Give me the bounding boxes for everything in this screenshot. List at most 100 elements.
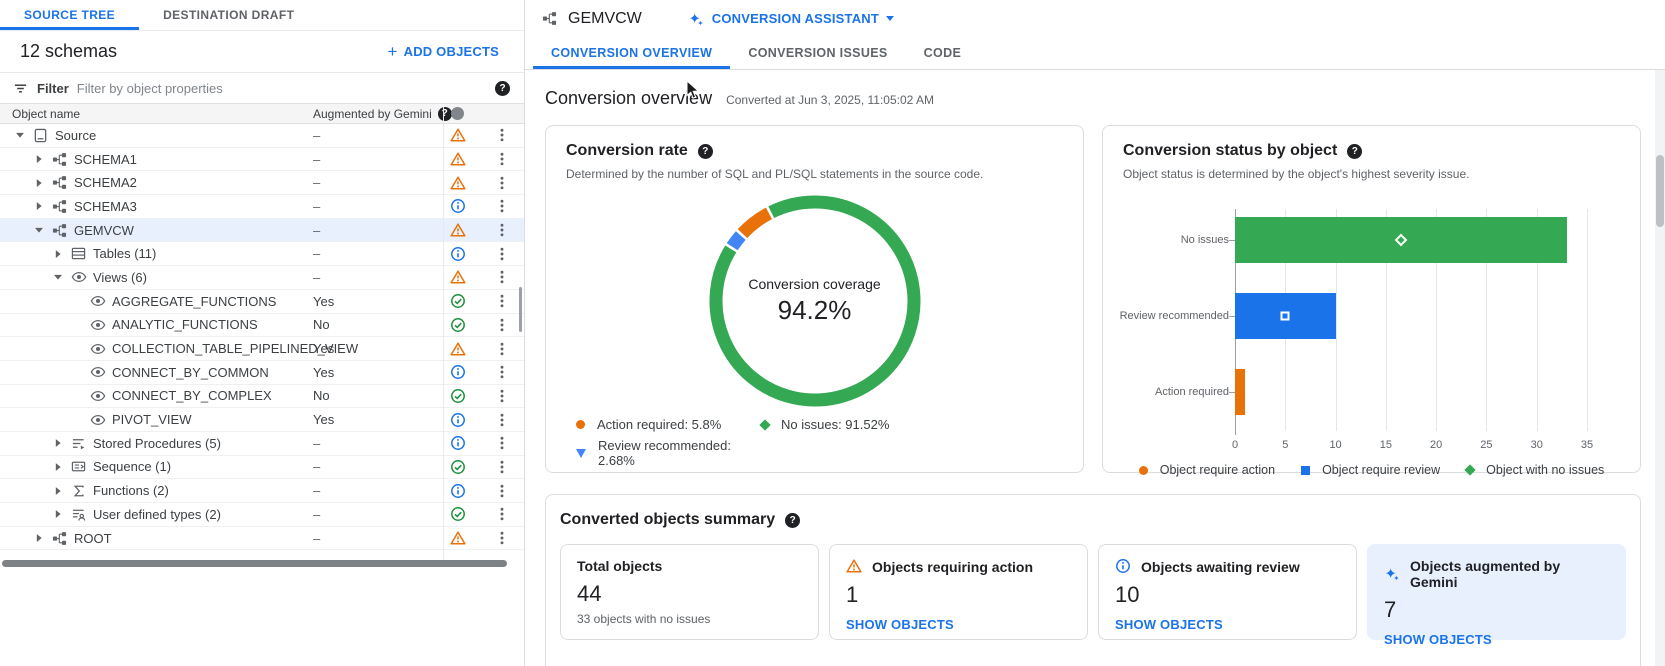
summary-card-objects-requiring-action: Objects requiring action1SHOW OBJECTS [829, 544, 1088, 640]
tree-row[interactable]: ROOT– [0, 527, 524, 551]
tree-row[interactable]: Source– [0, 124, 524, 148]
kebab-menu-icon[interactable] [494, 317, 510, 333]
tree-row[interactable]: User defined types (2)– [0, 503, 524, 527]
workspace-title: GEMVCW [568, 10, 642, 28]
chevron-right-icon[interactable] [31, 151, 47, 167]
tree-row[interactable]: Functions (2)– [0, 479, 524, 503]
conversion-assistant-button[interactable]: CONVERSION ASSISTANT [688, 11, 894, 27]
horizontal-scrollbar[interactable] [0, 559, 514, 568]
chevron-right-icon[interactable] [31, 198, 47, 214]
chevron-right-icon[interactable] [31, 175, 47, 191]
tree-row[interactable]: Tables (11)– [0, 242, 524, 266]
info-icon [450, 364, 466, 380]
info-icon [1115, 558, 1132, 575]
chevron-right-icon[interactable] [31, 530, 47, 546]
kebab-menu-icon[interactable] [494, 269, 510, 285]
tab-conversion-issues[interactable]: CONVERSION ISSUES [730, 37, 905, 69]
kebab-menu-icon[interactable] [494, 388, 510, 404]
main-scrollbar-track[interactable] [1655, 70, 1665, 666]
kebab-menu-icon[interactable] [494, 435, 510, 451]
gemini-augmented-value: Yes [313, 294, 334, 309]
filter-input[interactable] [77, 81, 487, 96]
tree-row[interactable]: AGGREGATE_FUNCTIONSYes [0, 290, 524, 314]
tree-vertical-scrollbar[interactable] [519, 287, 522, 332]
add-objects-button[interactable]: + ADD OBJECTS [387, 43, 499, 60]
kebab-menu-icon[interactable] [494, 341, 510, 357]
tab-source-tree[interactable]: SOURCE TREE [0, 0, 139, 30]
conversion-status-card: Conversion status by object ? Object sta… [1102, 125, 1641, 473]
kebab-menu-icon[interactable] [494, 506, 510, 522]
conversion-rate-help-icon[interactable]: ? [698, 144, 713, 159]
kebab-menu-icon[interactable] [494, 293, 510, 309]
category-tick [1229, 316, 1235, 317]
tree-row[interactable]: CONNECT_BY_COMMONYes [0, 361, 524, 385]
kebab-menu-icon[interactable] [494, 198, 510, 214]
chevron-right-icon[interactable] [50, 435, 66, 451]
chevron-right-icon[interactable] [50, 483, 66, 499]
database-icon [32, 127, 49, 143]
gemini-augmented-value: – [313, 436, 320, 451]
gemini-icon [1384, 566, 1401, 583]
circle-marker-icon [1139, 466, 1148, 475]
main-scrollbar-thumb[interactable] [1656, 155, 1664, 227]
kebab-menu-icon[interactable] [494, 127, 510, 143]
tab-code[interactable]: CODE [906, 37, 980, 69]
schema-icon [51, 151, 68, 167]
chevron-right-icon[interactable] [50, 506, 66, 522]
kebab-menu-icon[interactable] [494, 459, 510, 475]
kebab-menu-icon[interactable] [494, 412, 510, 428]
tree-row[interactable]: SCHEMA1– [0, 148, 524, 172]
chevron-right-icon[interactable] [50, 459, 66, 475]
conversion-status-help-icon[interactable]: ? [1347, 144, 1362, 159]
show-objects-link[interactable]: SHOW OBJECTS [1115, 617, 1340, 632]
kebab-menu-icon[interactable] [494, 530, 510, 546]
kebab-menu-icon[interactable] [494, 364, 510, 380]
summary-help-icon[interactable]: ? [785, 513, 800, 528]
warning-icon [450, 269, 466, 285]
gemini-column-help-icon[interactable]: ? [438, 107, 452, 121]
x-axis-tick-label: 30 [1531, 439, 1543, 451]
kebab-menu-icon[interactable] [494, 483, 510, 499]
tree-row[interactable]: GEMVCW– [0, 219, 524, 243]
tab-conversion-overview[interactable]: CONVERSION OVERVIEW [533, 37, 730, 69]
object-name: SCHEMA3 [74, 199, 137, 214]
tab-destination-draft[interactable]: DESTINATION DRAFT [139, 0, 318, 30]
schema-icon [541, 11, 558, 27]
check-icon [450, 506, 466, 522]
chevron-down-icon [886, 16, 894, 21]
object-name: Stored Procedures (5) [93, 436, 221, 451]
object-name: SCHEMA1 [74, 152, 137, 167]
chevron-right-icon[interactable] [50, 246, 66, 262]
source-tree-panel: SOURCE TREE DESTINATION DRAFT 12 schemas… [0, 0, 525, 666]
object-name: CONNECT_BY_COMPLEX [112, 388, 272, 403]
chevron-down-icon[interactable] [31, 222, 47, 238]
chevron-down-icon[interactable] [12, 127, 28, 143]
filter-help-icon[interactable]: ? [495, 81, 510, 96]
tree-row[interactable]: Views (6)– [0, 266, 524, 290]
tree-row[interactable]: CONNECT_BY_COMPLEXNo [0, 385, 524, 409]
show-objects-link[interactable]: SHOW OBJECTS [1384, 632, 1609, 647]
object-name: GEMVCW [74, 223, 134, 238]
schema-icon [51, 222, 68, 238]
tree-row[interactable]: SCHEMA3– [0, 195, 524, 219]
eye-icon [89, 412, 106, 428]
kebab-menu-icon[interactable] [494, 151, 510, 167]
tree-row[interactable]: Sequence (1)– [0, 456, 524, 480]
kebab-menu-icon[interactable] [494, 175, 510, 191]
tree-row[interactable]: ANALYTIC_FUNCTIONSNo [0, 314, 524, 338]
types-icon [70, 506, 87, 522]
chevron-down-icon[interactable] [50, 269, 66, 285]
tree-row[interactable]: PIVOT_VIEWYes [0, 408, 524, 432]
tree-row[interactable]: SCHEMA2– [0, 171, 524, 195]
tree-row[interactable]: Stored Procedures (5) – [0, 432, 524, 456]
status-bar-chart: 05101520253035No issuesReview recommende… [1235, 209, 1587, 431]
summary-card-value: 10 [1115, 582, 1340, 608]
kebab-menu-icon[interactable] [494, 222, 510, 238]
schema-icon [51, 530, 68, 546]
info-icon [450, 483, 466, 499]
tree-row[interactable]: COLLECTION_TABLE_PIPELINED_VIEWYes [0, 337, 524, 361]
summary-card-note: 33 objects with no issues [577, 612, 802, 626]
warning-icon [450, 151, 466, 167]
show-objects-link[interactable]: SHOW OBJECTS [846, 617, 1071, 632]
kebab-menu-icon[interactable] [494, 246, 510, 262]
